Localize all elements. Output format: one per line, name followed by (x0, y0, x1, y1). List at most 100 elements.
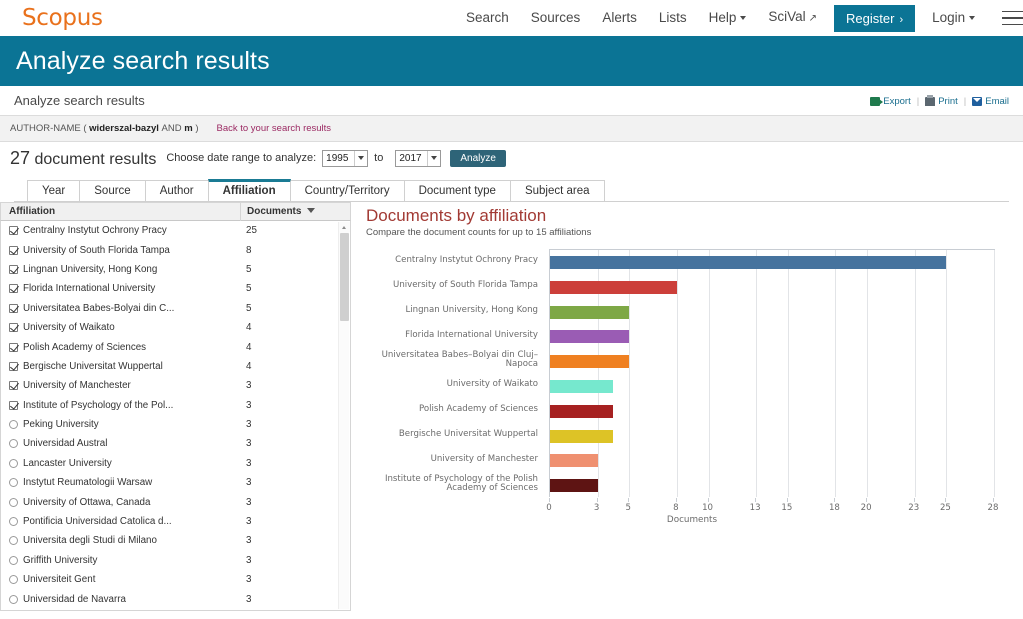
list-item[interactable]: Universita degli Studi di Milano 3 (1, 531, 350, 550)
column-header-documents-label: Documents (247, 206, 302, 217)
year-to-select[interactable]: 2017 (395, 149, 442, 167)
scroll-up-arrow-icon[interactable] (339, 222, 350, 232)
list-item[interactable]: Universitatea Babes-Bolyai din C... 5 (1, 299, 350, 318)
list-item[interactable]: Centralny Instytut Ochrony Pracy 25 (1, 221, 350, 240)
chevron-down-icon (740, 16, 747, 20)
list-body[interactable]: Centralny Instytut Ochrony Pracy 25 Univer… (0, 221, 351, 611)
hamburger-menu-icon[interactable] (1002, 6, 1023, 31)
list-item[interactable]: Peking University 3 (1, 415, 350, 434)
chart-bar[interactable] (550, 280, 677, 294)
tab-author[interactable]: Author (144, 180, 209, 201)
export-label: Export (883, 95, 911, 107)
list-scrollbar[interactable] (338, 222, 350, 609)
checkbox-checked-icon[interactable] (9, 361, 18, 371)
tab-bar: Year Source Author Affiliation Country/T… (27, 177, 1023, 201)
list-item-affiliation-name: Florida International University (23, 283, 156, 295)
chart-bar[interactable] (550, 355, 630, 369)
print-button[interactable]: Print (925, 94, 958, 107)
tab-source[interactable]: Source (79, 180, 146, 201)
list-item[interactable]: Griffith University 3 (1, 551, 350, 570)
list-item-affiliation-name: Universidad Austral (23, 438, 108, 450)
list-item-document-count: 3 (246, 457, 252, 469)
list-item[interactable]: Bergische Universitat Wuppertal 4 (1, 357, 350, 376)
email-button[interactable]: Email (972, 96, 1009, 107)
nav-link-alerts[interactable]: Alerts (591, 0, 648, 36)
list-item-affiliation-name: University of South Florida Tampa (23, 244, 170, 256)
checkbox-unchecked-icon[interactable] (9, 439, 18, 449)
list-item-document-count: 3 (246, 496, 252, 508)
nav-link-sources[interactable]: Sources (520, 0, 592, 36)
checkbox-unchecked-icon[interactable] (9, 497, 18, 507)
register-button[interactable]: Register › (834, 4, 916, 32)
checkbox-checked-icon[interactable] (9, 245, 18, 255)
list-item[interactable]: Lancaster University 3 (1, 454, 350, 473)
chart-bar[interactable] (550, 479, 598, 493)
chart-bar[interactable] (550, 305, 630, 319)
tab-document-type[interactable]: Document type (403, 180, 511, 201)
back-to-search-results-link[interactable]: Back to your search results (216, 123, 331, 134)
checkbox-checked-icon[interactable] (9, 264, 18, 274)
analyze-button[interactable]: Analyze (450, 149, 506, 167)
checkbox-unchecked-icon[interactable] (9, 536, 18, 546)
list-item[interactable]: University of Ottawa, Canada 3 (1, 492, 350, 511)
chart-bar[interactable] (550, 255, 947, 269)
checkbox-unchecked-icon[interactable] (9, 555, 18, 565)
nav-link-scival[interactable]: SciVal ↗ (757, 0, 828, 37)
list-item[interactable]: Florida International University 5 (1, 279, 350, 298)
action-separator: | (963, 95, 967, 107)
list-item[interactable]: University of Manchester 3 (1, 376, 350, 395)
checkbox-unchecked-icon[interactable] (9, 420, 18, 430)
list-item[interactable]: Instytut Reumatologii Warsaw 3 (1, 473, 350, 492)
checkbox-checked-icon[interactable] (9, 323, 18, 333)
checkbox-unchecked-icon[interactable] (9, 458, 18, 468)
checkbox-checked-icon[interactable] (9, 400, 18, 410)
nav-link-help[interactable]: Help (698, 0, 758, 36)
column-header-documents[interactable]: Documents (240, 202, 350, 221)
chart-bar[interactable] (550, 404, 614, 418)
scopus-logo[interactable]: Scopus (22, 6, 103, 30)
chart-bar[interactable] (550, 379, 614, 393)
export-button[interactable]: Export (870, 95, 911, 107)
list-item-affiliation-name: Peking University (23, 419, 99, 431)
tab-country-territory[interactable]: Country/Territory (289, 180, 405, 201)
scrollbar-thumb[interactable] (340, 233, 349, 321)
list-item[interactable]: University of Waikato 4 (1, 318, 350, 337)
login-button[interactable]: Login (921, 0, 986, 36)
chart-y-axis-label: Institute of Psychology of the Polish Ac… (384, 473, 538, 494)
chart-bar[interactable] (550, 429, 614, 443)
checkbox-unchecked-icon[interactable] (9, 594, 18, 604)
chart-bars-region (549, 249, 995, 497)
list-header: Affiliation Documents (0, 202, 351, 221)
chart-bar[interactable] (550, 330, 630, 344)
nav-link-alerts-label: Alerts (602, 10, 637, 25)
list-item[interactable]: University of South Florida Tampa 8 (1, 240, 350, 259)
chart-bar[interactable] (550, 454, 598, 468)
nav-link-search[interactable]: Search (455, 0, 520, 36)
list-item[interactable]: Lingnan University, Hong Kong 5 (1, 260, 350, 279)
print-icon (925, 94, 936, 106)
chart-x-tick (786, 498, 788, 502)
list-item[interactable]: Polish Academy of Sciences 4 (1, 337, 350, 356)
checkbox-unchecked-icon[interactable] (9, 517, 18, 527)
list-item[interactable]: Universidad Austral 3 (1, 434, 350, 453)
nav-link-lists[interactable]: Lists (648, 0, 698, 36)
tab-subject-area[interactable]: Subject area (509, 180, 605, 201)
list-item[interactable]: Universiteit Gent 3 (1, 570, 350, 589)
tab-source-label: Source (94, 185, 131, 197)
checkbox-checked-icon[interactable] (9, 342, 18, 352)
checkbox-checked-icon[interactable] (9, 226, 18, 236)
result-count-number: 27 (10, 147, 31, 168)
checkbox-unchecked-icon[interactable] (9, 478, 18, 488)
tab-affiliation[interactable]: Affiliation (207, 179, 291, 201)
column-header-affiliation[interactable]: Affiliation (1, 206, 240, 217)
tab-year[interactable]: Year (27, 180, 81, 201)
chart-y-axis-label: Florida International University (405, 329, 538, 340)
checkbox-checked-icon[interactable] (9, 381, 18, 391)
checkbox-checked-icon[interactable] (9, 303, 18, 313)
list-item[interactable]: Institute of Psychology of the Pol... 3 (1, 396, 350, 415)
list-item[interactable]: Universidad de Navarra 3 (1, 589, 350, 608)
checkbox-checked-icon[interactable] (9, 284, 18, 294)
year-from-select[interactable]: 1995 (322, 149, 369, 167)
list-item[interactable]: Pontificia Universidad Catolica d... 3 (1, 512, 350, 531)
checkbox-unchecked-icon[interactable] (9, 575, 18, 585)
